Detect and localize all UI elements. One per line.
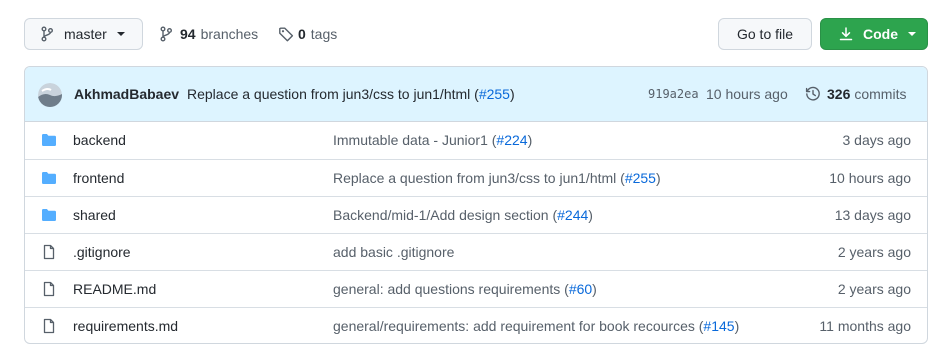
file-commit-text: Backend/mid-1/Add design section ( <box>333 207 558 223</box>
commits-count: 326 <box>827 86 851 102</box>
commit-time: 10 hours ago <box>706 86 788 102</box>
table-row: requirements.md general/requirements: add… <box>25 307 927 343</box>
table-row: README.md general: add questions requirem… <box>25 270 927 307</box>
git-branch-icon <box>41 26 55 42</box>
file-commit-end: ) <box>655 170 661 186</box>
file-name-link[interactable]: backend <box>73 132 126 148</box>
file-name-link[interactable]: requirements.md <box>73 318 178 334</box>
branch-label: master <box>64 26 107 42</box>
code-label: Code <box>863 26 898 42</box>
file-commit-message[interactable]: general/requirements: add requirement fo… <box>333 318 739 334</box>
file-commit-end: ) <box>734 318 740 334</box>
file-commit-message[interactable]: Replace a question from jun3/css to jun1… <box>333 170 661 186</box>
file-browser: AkhmadBabaev Replace a question from jun… <box>24 66 928 344</box>
commit-author-link[interactable]: AkhmadBabaev <box>74 86 179 102</box>
table-row: .gitignore add basic .gitignore 2 years ag… <box>25 233 927 270</box>
file-commit-end: ) <box>527 132 533 148</box>
tag-icon <box>278 26 294 42</box>
pull-request-link[interactable]: #255 <box>625 170 656 186</box>
file-commit-message[interactable]: add basic .gitignore <box>333 244 454 260</box>
branches-label: branches <box>200 26 259 42</box>
table-row: shared Backend/mid-1/Add design section (… <box>25 196 927 233</box>
branches-link[interactable]: 94 branches <box>160 18 258 50</box>
file-icon <box>41 281 57 297</box>
file-name-link[interactable]: README.md <box>73 281 156 297</box>
pull-request-link[interactable]: #255 <box>479 86 510 102</box>
branches-count: 94 <box>180 26 196 42</box>
file-commit-age: 3 days ago <box>842 132 912 148</box>
commit-sha-link[interactable]: 919a2ea <box>648 87 699 101</box>
table-row: backend Immutable data - Junior1 (#224) 3 … <box>25 122 927 159</box>
file-commit-age: 2 years ago <box>837 281 911 297</box>
git-branch-icon <box>160 26 176 42</box>
latest-commit-bar: AkhmadBabaev Replace a question from jun… <box>25 67 927 122</box>
file-commit-end: ) <box>592 281 597 297</box>
folder-icon <box>41 207 57 223</box>
file-commit-message[interactable]: general: add questions requirements (#60… <box>333 281 597 297</box>
chevron-down-icon <box>908 32 916 36</box>
commits-label: commits <box>854 86 907 102</box>
file-commit-age: 10 hours ago <box>829 170 911 186</box>
file-commit-age: 11 months ago <box>819 318 911 334</box>
file-commit-text: general: add questions requirements ( <box>333 281 569 297</box>
code-button[interactable]: Code <box>820 18 928 50</box>
file-commit-text: add basic .gitignore <box>333 244 455 260</box>
file-commit-message[interactable]: Immutable data - Junior1 (#224) <box>333 132 532 148</box>
file-commit-end: ) <box>588 207 593 223</box>
tags-label: tags <box>310 26 338 42</box>
chevron-down-icon <box>116 32 125 36</box>
download-icon <box>839 26 853 42</box>
history-icon <box>805 86 821 102</box>
file-commit-age: 13 days ago <box>834 207 911 223</box>
pull-request-link[interactable]: #244 <box>557 207 588 223</box>
file-icon <box>41 318 57 334</box>
pull-request-link[interactable]: #224 <box>496 132 527 148</box>
commit-message-end: ) <box>509 86 515 102</box>
file-name-link[interactable]: frontend <box>73 170 124 186</box>
file-commit-text: Replace a question from jun3/css to jun1… <box>333 170 625 186</box>
go-to-file-button[interactable]: Go to file <box>718 18 812 50</box>
file-commit-text: Immutable data - Junior1 ( <box>333 132 497 148</box>
avatar[interactable] <box>38 83 62 107</box>
file-commit-text: general/requirements: add requirement fo… <box>333 318 704 334</box>
commit-message[interactable]: Replace a question from jun3/css to jun1… <box>187 86 515 102</box>
go-to-file-label: Go to file <box>736 26 794 42</box>
tags-count: 0 <box>298 26 306 42</box>
pull-request-link[interactable]: #145 <box>703 318 734 334</box>
file-icon <box>41 244 57 260</box>
commit-message-text: Replace a question from jun3/css to jun1… <box>187 86 479 102</box>
tags-link[interactable]: 0 tags <box>278 18 337 50</box>
pull-request-link[interactable]: #60 <box>569 281 592 297</box>
file-name-link[interactable]: shared <box>73 207 116 223</box>
repo-toolbar: master 94 branches 0 tags Go to file Cod… <box>24 18 928 50</box>
folder-icon <box>41 170 57 186</box>
file-commit-age: 2 years ago <box>837 244 911 260</box>
branch-select-button[interactable]: master <box>24 18 143 50</box>
folder-icon <box>41 132 57 148</box>
commits-history-link[interactable]: 326 commits <box>805 86 906 102</box>
file-name-link[interactable]: .gitignore <box>73 244 131 260</box>
file-commit-message[interactable]: Backend/mid-1/Add design section (#244) <box>333 207 593 223</box>
file-list: backend Immutable data - Junior1 (#224) 3 … <box>25 122 927 343</box>
table-row: frontend Replace a question from jun3/css… <box>25 159 927 196</box>
